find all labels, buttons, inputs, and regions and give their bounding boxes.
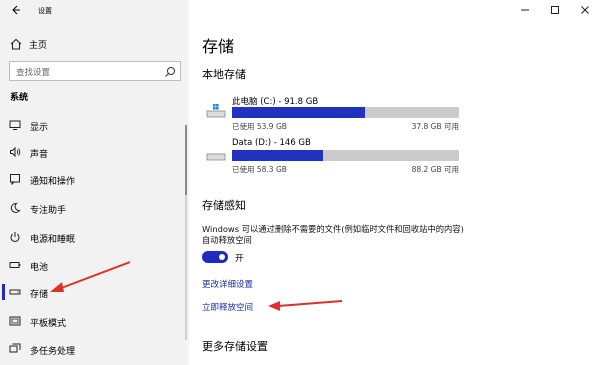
drive-usage-bar	[232, 107, 459, 118]
maximize-button[interactable]	[540, 0, 570, 20]
sidebar-item-label: 主页	[29, 41, 48, 51]
sidebar-item-notifications[interactable]: 通知和操作	[0, 168, 189, 190]
sidebar-item-label: 存储	[30, 290, 49, 300]
drive-name: Data (D:) - 146 GB	[232, 138, 311, 148]
free-space-now-link[interactable]: 立即释放空间	[202, 301, 253, 313]
drive-used: 已使用 53.9 GB	[232, 122, 287, 131]
active-indicator	[2, 284, 5, 300]
section-label: 系统	[10, 93, 29, 103]
sidebar-item-label: 声音	[30, 150, 49, 160]
drive-icon	[206, 153, 226, 161]
sidebar-item-label: 电源和睡眠	[30, 235, 76, 245]
minimize-button[interactable]	[510, 0, 540, 20]
sidebar-item-power[interactable]: 电源和睡眠	[0, 226, 189, 248]
toggle-label: 开	[235, 254, 244, 264]
battery-icon	[9, 262, 21, 268]
sidebar-scrollbar[interactable]	[185, 125, 187, 340]
speaker-icon	[10, 146, 21, 158]
minimize-icon	[521, 9, 529, 11]
sidebar-item-sound[interactable]: 声音	[0, 141, 189, 163]
sidebar-item-battery[interactable]: 电池	[0, 254, 189, 276]
close-icon	[581, 6, 589, 14]
drive-usage-fill	[232, 150, 323, 161]
back-button[interactable]	[10, 4, 22, 16]
drive-c[interactable]: 此电脑 (C:) - 91.8 GB 已使用 53.9 GB 37.8 GB 可…	[202, 95, 472, 135]
drive-used: 已使用 58.3 GB	[232, 165, 287, 174]
page-title: 存储	[202, 37, 235, 56]
sidebar-item-storage[interactable]: 存储	[0, 281, 189, 303]
storage-sense-toggle[interactable]	[202, 251, 228, 263]
maximize-icon	[551, 6, 559, 14]
drive-d[interactable]: Data (D:) - 146 GB 已使用 58.3 GB 88.2 GB 可…	[202, 138, 472, 178]
storage-sense-description: Windows 可以通过删除不需要的文件(例如临时文件和回收站中的内容)自动释放…	[202, 224, 464, 245]
sidebar-item-label: 多任务处理	[30, 347, 76, 357]
close-button[interactable]	[570, 0, 600, 20]
storage-icon	[9, 289, 21, 295]
drive-free: 88.2 GB 可用	[411, 165, 459, 174]
drive-free: 37.8 GB 可用	[411, 122, 459, 131]
home-icon	[10, 38, 22, 50]
sidebar-item-focus-assist[interactable]: 专注助手	[0, 197, 189, 219]
sidebar-item-tablet-mode[interactable]: 平板模式	[0, 310, 189, 332]
app-title: 设置	[38, 7, 52, 15]
drive-usage-fill	[232, 107, 366, 118]
drive-name: 此电脑 (C:) - 91.8 GB	[232, 97, 319, 107]
back-arrow-icon	[12, 5, 20, 15]
search-input[interactable]: 查找设置	[9, 61, 181, 81]
toggle-knob	[219, 254, 225, 260]
sidebar-item-multitasking[interactable]: 多任务处理	[0, 338, 189, 360]
sidebar: 设置 主页 查找设置 系统 显示 声音 通知和操作 专注助手 电源和睡眠 电池 …	[0, 0, 189, 365]
sidebar-item-label: 平板模式	[30, 319, 67, 329]
scrollbar-thumb[interactable]	[185, 125, 187, 195]
storage-sense-heading: 存储感知	[202, 199, 246, 212]
power-icon	[10, 232, 20, 242]
change-settings-link[interactable]: 更改详细设置	[202, 278, 253, 290]
sidebar-item-home[interactable]: 主页	[0, 34, 189, 54]
search-icon[interactable]	[164, 66, 176, 78]
multitask-icon	[9, 343, 21, 353]
sidebar-item-label: 电池	[30, 263, 49, 273]
sidebar-item-label: 专注助手	[30, 206, 67, 216]
notification-icon	[10, 174, 20, 185]
local-storage-heading: 本地存储	[202, 68, 246, 81]
windows-drive-icon	[206, 104, 226, 118]
tablet-icon	[9, 316, 21, 326]
sidebar-item-display[interactable]: 显示	[0, 114, 189, 136]
sidebar-item-label: 显示	[30, 123, 49, 133]
window-controls	[510, 0, 600, 20]
more-storage-heading: 更多存储设置	[202, 340, 268, 353]
monitor-icon	[9, 120, 21, 130]
sidebar-item-label: 通知和操作	[30, 177, 76, 187]
drive-usage-bar	[232, 150, 459, 161]
search-placeholder: 查找设置	[16, 68, 51, 78]
moon-icon	[10, 202, 21, 213]
main-content: 存储 本地存储 此电脑 (C:) - 91.8 GB 已使用 53.9 GB 3…	[189, 0, 600, 365]
